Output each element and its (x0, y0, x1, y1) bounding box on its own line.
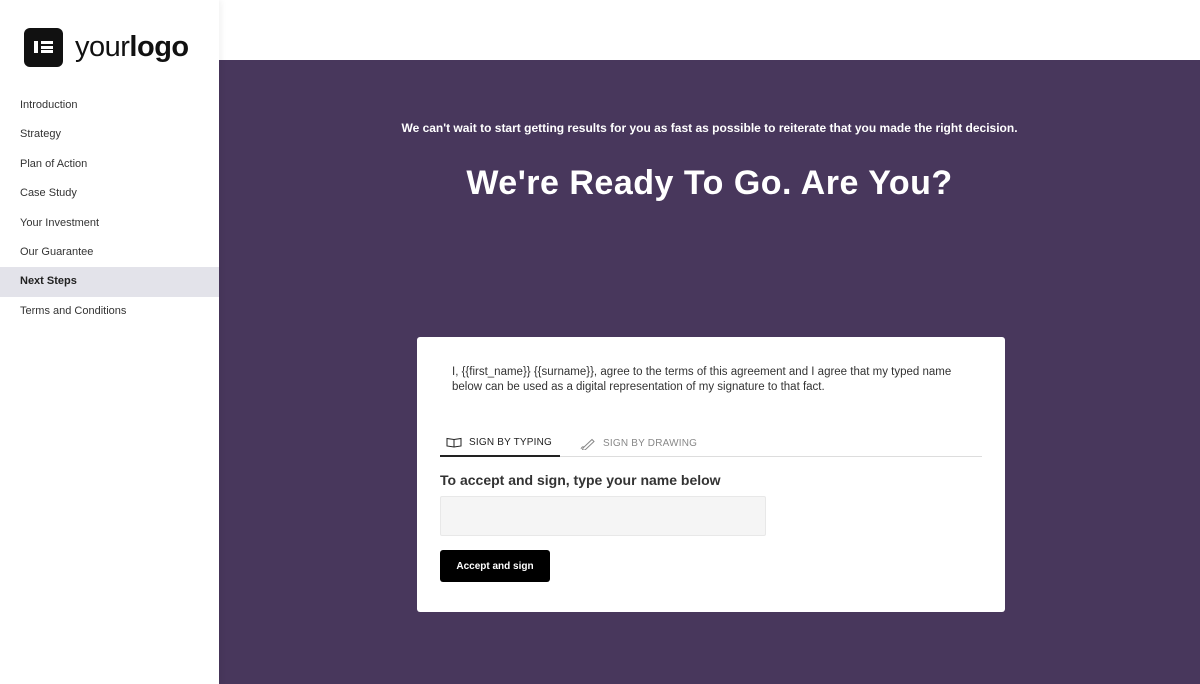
logo-text-bold: logo (129, 31, 189, 63)
top-bar (219, 0, 1200, 60)
tab-sign-by-typing[interactable]: Sign by typing (440, 432, 561, 457)
main-section: We can't wait to start getting results f… (219, 60, 1200, 684)
name-input[interactable] (440, 496, 766, 536)
sidebar-item-your-investment[interactable]: Your Investment (0, 209, 219, 238)
accept-and-sign-button[interactable]: Accept and sign (440, 550, 550, 582)
tab-sign-by-drawing[interactable]: Sign by drawing (574, 432, 705, 457)
sign-prompt: To accept and sign, type your name below (440, 472, 721, 488)
logo[interactable]: yourlogo (24, 28, 189, 67)
sidebar-item-our-guarantee[interactable]: Our Guarantee (0, 238, 219, 267)
sidebar-nav: Introduction Strategy Plan of Action Cas… (0, 91, 219, 326)
tab-sign-by-drawing-label: Sign by drawing (603, 438, 698, 449)
signature-card: I, {{first_name}} {{surname}}, agree to … (417, 337, 1005, 612)
sidebar-item-next-steps[interactable]: Next Steps (0, 267, 219, 297)
tab-sign-by-typing-label: Sign by typing (469, 437, 553, 448)
sidebar-item-introduction[interactable]: Introduction (0, 91, 219, 120)
sidebar-item-case-study[interactable]: Case Study (0, 179, 219, 208)
sidebar-item-strategy[interactable]: Strategy (0, 120, 219, 149)
hero-subtitle: We can't wait to start getting results f… (401, 121, 1018, 135)
logo-icon (24, 28, 63, 67)
logo-text: yourlogo (75, 31, 189, 64)
hero-headline: We're Ready To Go. Are You? (466, 164, 953, 202)
signature-tabs: Sign by typing Sign by drawing (440, 432, 982, 457)
logo-text-light: your (75, 31, 130, 63)
sidebar-item-plan-of-action[interactable]: Plan of Action (0, 150, 219, 179)
pen-icon (580, 438, 595, 450)
sidebar-item-terms-and-conditions[interactable]: Terms and Conditions (0, 297, 219, 326)
sidebar: yourlogo Introduction Strategy Plan of A… (0, 0, 219, 684)
agreement-text: I, {{first_name}} {{surname}}, agree to … (452, 366, 952, 393)
keyboard-icon (446, 437, 462, 448)
